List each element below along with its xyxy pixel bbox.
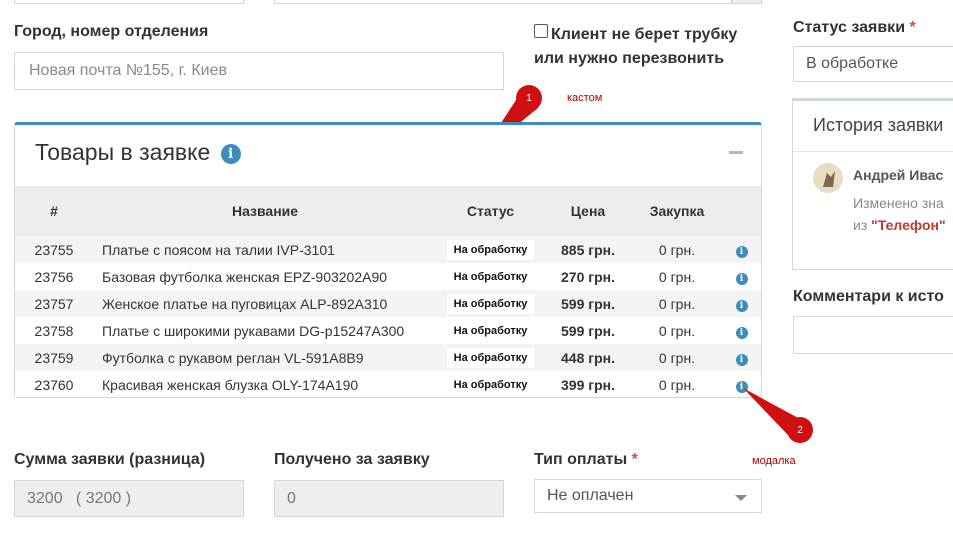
comments-input[interactable]: [793, 316, 953, 354]
products-title: Товары в заявке i: [35, 139, 241, 166]
row-info-icon[interactable]: i: [735, 300, 748, 312]
history-line2: из "Телефон": [853, 217, 946, 233]
row-status-badge[interactable]: На обработку: [446, 266, 535, 287]
col-purchase: Закупка: [649, 203, 705, 219]
callback-checkbox[interactable]: [534, 24, 548, 38]
status-value: В обработке: [806, 55, 899, 72]
top-input-2[interactable]: [274, 0, 732, 4]
row-info-icon[interactable]: i: [735, 246, 748, 258]
col-name: Название: [231, 203, 299, 219]
city-field[interactable]: [14, 52, 504, 90]
collapse-button[interactable]: [729, 151, 743, 154]
info-icon[interactable]: i: [220, 143, 241, 164]
status-label-text: Статус заявки: [793, 19, 906, 36]
row-name: Базовая футболка женская EPZ-903202A90: [102, 268, 388, 285]
row-info-icon[interactable]: i: [735, 273, 748, 285]
payment-value: Не оплачен: [547, 487, 634, 504]
row-purchase: 0 грн.: [658, 376, 696, 393]
row-purchase: 0 грн.: [658, 295, 696, 312]
row-id: 23759: [34, 349, 74, 366]
callback-label-line1: Клиент не берет трубку: [551, 26, 738, 43]
required-mark: *: [909, 19, 916, 36]
history-line2-prefix: из: [853, 217, 868, 233]
row-id: 23757: [34, 295, 74, 312]
status-select[interactable]: В обработке: [793, 46, 953, 82]
city-input[interactable]: [27, 61, 491, 81]
history-title: История заявки: [813, 115, 944, 135]
history-user: Андрей Иваc: [853, 167, 944, 183]
col-price: Цена: [570, 203, 606, 219]
history-line1: Изменено зна: [853, 195, 944, 211]
required-mark: *: [631, 451, 638, 468]
row-price: 885 грн.: [561, 241, 615, 258]
annotation-text-2: модалка: [752, 455, 796, 467]
row-price: 599 грн.: [561, 322, 615, 339]
row-price: 448 грн.: [561, 349, 615, 366]
row-name: Красивая женская блузка OLY-174A190: [102, 376, 359, 393]
row-id: 23756: [34, 268, 74, 285]
table-header: # Название Статус Цена Закупка: [15, 186, 761, 236]
row-name: Футболка с рукавом реглан VL-591A8B9: [102, 349, 364, 366]
row-price: 399 грн.: [561, 376, 615, 393]
row-name: Платье с поясом на талии IVP-3101: [102, 241, 335, 258]
payment-select[interactable]: Не оплачен: [534, 479, 762, 513]
received-value: 0: [287, 489, 296, 507]
row-info-icon[interactable]: i: [735, 354, 748, 366]
row-name: Женское платье на пуговицах ALP-892A310: [102, 295, 388, 312]
row-price: 599 грн.: [561, 295, 615, 312]
top-input-3[interactable]: [732, 0, 762, 4]
row-purchase: 0 грн.: [658, 349, 696, 366]
table-row: 23756 Базовая футболка женская EPZ-90320…: [15, 263, 761, 290]
received-label: Получено за заявку: [274, 451, 430, 468]
col-info: [722, 186, 761, 236]
col-number: #: [50, 203, 58, 219]
history-box: История заявки Андрей Иваc Изменено зна …: [792, 98, 953, 270]
received-field: 0: [274, 480, 504, 517]
avatar-image-icon: [823, 171, 835, 187]
sum-field: 3200 ( 3200 ): [14, 480, 244, 517]
row-status-badge[interactable]: На обработку: [446, 320, 535, 341]
row-status-badge[interactable]: На обработку: [446, 239, 535, 260]
table-row: 23757 Женское платье на пуговицах ALP-89…: [15, 290, 761, 317]
row-status-badge[interactable]: На обработку: [446, 293, 535, 314]
table-row: 23755 Платье с поясом на талии IVP-3101 …: [15, 236, 761, 263]
annotation-marker-2: 2: [787, 417, 813, 443]
row-id: 23758: [34, 322, 74, 339]
row-name: Платье с широкими рукавами DG-p15247A300: [102, 322, 405, 339]
row-purchase: 0 грн.: [658, 322, 696, 339]
annotation-text-1: кастом: [567, 92, 603, 104]
city-label: Город, номер отделения: [14, 23, 209, 40]
row-id: 23760: [34, 376, 74, 393]
annotation-marker-1: 1: [516, 85, 542, 111]
sum-label: Сумма заявки (разница): [14, 451, 206, 468]
col-status: Статус: [466, 203, 515, 219]
row-price: 270 грн.: [561, 268, 615, 285]
top-input-1[interactable]: [14, 0, 244, 4]
callback-label: Клиент не берет трубку: [551, 23, 737, 47]
row-status-badge[interactable]: На обработку: [446, 374, 535, 395]
sum-value: 3200 ( 3200 ): [27, 489, 132, 507]
status-label: Статус заявки *: [793, 19, 916, 37]
table-row: 23759 Футболка с рукавом реглан VL-591A8…: [15, 344, 761, 371]
chevron-down-icon: [735, 495, 747, 501]
comments-label: Комментари к исто: [793, 288, 944, 305]
row-id: 23755: [34, 241, 74, 258]
products-box: Товары в заявке i # Название Статус Цена…: [14, 122, 762, 398]
payment-label: Тип оплаты *: [534, 451, 638, 469]
row-info-icon[interactable]: i: [735, 327, 748, 339]
payment-label-text: Тип оплаты: [534, 451, 628, 468]
products-title-text: Товары в заявке: [35, 139, 211, 165]
history-line2-value: "Телефон": [871, 217, 946, 233]
row-status-badge[interactable]: На обработку: [446, 347, 535, 368]
table-row: 23760 Красивая женская блузка OLY-174A19…: [15, 371, 761, 398]
avatar: [813, 163, 843, 193]
history-divider: [793, 151, 953, 152]
table-row: 23758 Платье с широкими рукавами DG-p152…: [15, 317, 761, 344]
products-table: # Название Статус Цена Закупка 23755 Пла…: [15, 186, 761, 398]
callback-label-line2: или нужно перезвонить: [534, 50, 725, 67]
row-purchase: 0 грн.: [658, 268, 696, 285]
row-purchase: 0 грн.: [658, 241, 696, 258]
